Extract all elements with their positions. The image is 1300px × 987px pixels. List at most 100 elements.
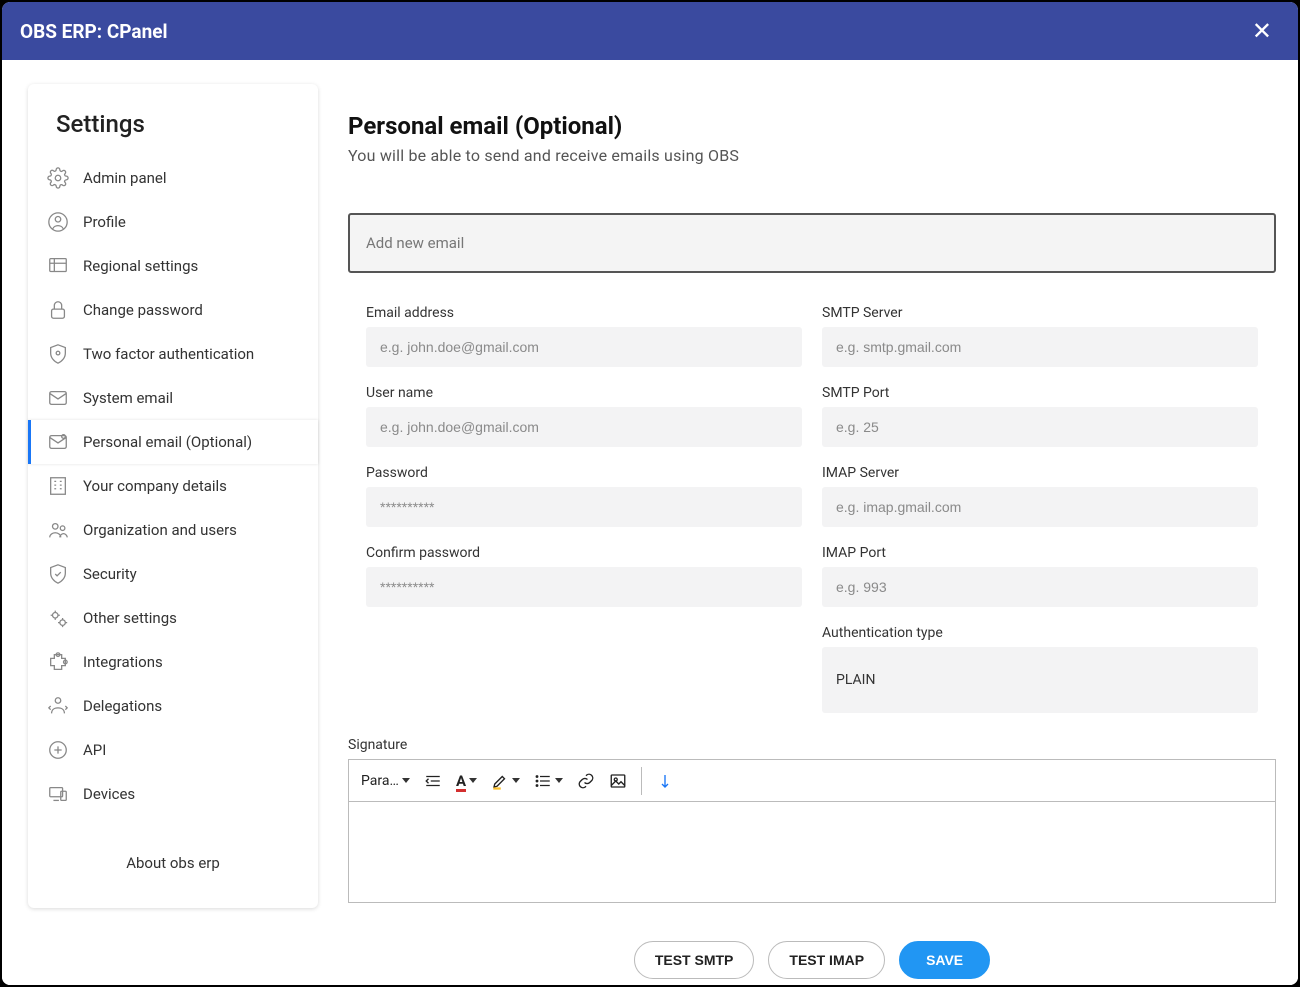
sidebar-item-label: Integrations <box>83 653 163 671</box>
sidebar-item-label: Personal email (Optional) <box>83 433 252 451</box>
sidebar-item-other-settings[interactable]: Other settings <box>28 596 318 640</box>
test-imap-button[interactable]: TEST IMAP <box>768 941 885 979</box>
imap-port-input[interactable] <box>822 567 1258 607</box>
smtp-port-input[interactable] <box>822 407 1258 447</box>
devices-icon <box>47 783 69 805</box>
delegation-icon <box>47 695 69 717</box>
shield-check-icon <box>47 563 69 585</box>
outdent-button[interactable] <box>420 768 446 794</box>
text-color-icon: A <box>456 772 466 790</box>
sidebar-item-system-email[interactable]: System email <box>28 376 318 420</box>
highlight-icon <box>491 772 509 790</box>
globe-icon <box>47 255 69 277</box>
sidebar-item-label: Two factor authentication <box>83 345 254 363</box>
imap-server-label: IMAP Server <box>822 465 1258 481</box>
imap-server-input[interactable] <box>822 487 1258 527</box>
sidebar-item-label: System email <box>83 389 173 407</box>
about-link[interactable]: About obs erp <box>28 834 318 908</box>
sidebar-item-two-factor[interactable]: Two factor authentication <box>28 332 318 376</box>
sidebar-item-label: Regional settings <box>83 257 198 275</box>
auth-type-label: Authentication type <box>822 625 1258 641</box>
test-smtp-button[interactable]: TEST SMTP <box>634 941 755 979</box>
sidebar-item-regional-settings[interactable]: Regional settings <box>28 244 318 288</box>
sidebar-item-delegations[interactable]: Delegations <box>28 684 318 728</box>
sidebar-item-label: Admin panel <box>83 169 167 187</box>
highlight-dropdown[interactable] <box>487 768 524 794</box>
sidebar-item-company-details[interactable]: Your company details <box>28 464 318 508</box>
expand-button[interactable] <box>652 768 678 794</box>
sidebar-item-devices[interactable]: Devices <box>28 772 318 816</box>
sidebar-item-change-password[interactable]: Change password <box>28 288 318 332</box>
list-icon <box>534 772 552 790</box>
sidebar-item-label: Your company details <box>83 477 227 495</box>
list-dropdown[interactable] <box>530 768 567 794</box>
auth-type-select[interactable]: PLAIN <box>822 647 1258 713</box>
puzzle-icon <box>47 651 69 673</box>
chevron-down-icon <box>512 778 520 783</box>
page-title: Personal email (Optional) <box>348 112 1276 140</box>
paragraph-dropdown[interactable]: Paragraph <box>357 769 414 793</box>
add-email-label: Add new email <box>366 234 464 252</box>
close-icon[interactable]: ✕ <box>1244 13 1280 49</box>
link-icon <box>577 772 595 790</box>
smtp-port-label: SMTP Port <box>822 385 1258 401</box>
sidebar-item-profile[interactable]: Profile <box>28 200 318 244</box>
sidebar-item-label: Delegations <box>83 697 162 715</box>
username-input[interactable] <box>366 407 802 447</box>
chevron-down-icon <box>469 778 477 783</box>
add-email-button[interactable]: Add new email <box>348 213 1276 273</box>
sidebar-item-label: Organization and users <box>83 521 237 539</box>
editor-body[interactable] <box>349 802 1275 902</box>
sidebar-item-api[interactable]: API <box>28 728 318 772</box>
sidebar-title: Settings <box>28 110 318 156</box>
user-icon <box>47 211 69 233</box>
image-icon <box>609 772 627 790</box>
sidebar: Settings Admin panel Profile Regional se… <box>28 84 318 908</box>
editor-toolbar: Paragraph A <box>349 760 1275 802</box>
sidebar-item-label: Change password <box>83 301 203 319</box>
auth-type-value: PLAIN <box>836 672 875 688</box>
save-button[interactable]: SAVE <box>899 941 990 979</box>
email-label: Email address <box>366 305 802 321</box>
confirm-password-label: Confirm password <box>366 545 802 561</box>
main-content: Personal email (Optional) You will be ab… <box>348 84 1276 985</box>
sidebar-item-security[interactable]: Security <box>28 552 318 596</box>
shield-icon <box>47 343 69 365</box>
username-label: User name <box>366 385 802 401</box>
link-button[interactable] <box>573 768 599 794</box>
page-subtitle: You will be able to send and receive ema… <box>348 146 1276 165</box>
sidebar-item-label: Devices <box>83 785 135 803</box>
confirm-password-input[interactable] <box>366 567 802 607</box>
gear-icon <box>47 167 69 189</box>
mail-user-icon <box>47 431 69 453</box>
building-icon <box>47 475 69 497</box>
sidebar-item-personal-email[interactable]: Personal email (Optional) <box>28 420 318 464</box>
sidebar-item-label: Profile <box>83 213 126 231</box>
signature-editor: Paragraph A <box>348 759 1276 903</box>
sidebar-item-organization-users[interactable]: Organization and users <box>28 508 318 552</box>
signature-label: Signature <box>348 737 1276 753</box>
window-title: OBS ERP: CPanel <box>20 20 1244 43</box>
chevron-down-icon <box>555 778 563 783</box>
imap-port-label: IMAP Port <box>822 545 1258 561</box>
sidebar-item-label: Security <box>83 565 137 583</box>
email-input[interactable] <box>366 327 802 367</box>
toolbar-separator <box>641 767 642 795</box>
text-color-dropdown[interactable]: A <box>452 768 481 794</box>
chevron-down-icon <box>402 778 410 783</box>
sidebar-item-label: API <box>83 741 106 759</box>
sidebar-item-label: Other settings <box>83 609 177 627</box>
lock-icon <box>47 299 69 321</box>
image-button[interactable] <box>605 768 631 794</box>
sidebar-item-integrations[interactable]: Integrations <box>28 640 318 684</box>
users-icon <box>47 519 69 541</box>
gears-icon <box>47 607 69 629</box>
smtp-server-input[interactable] <box>822 327 1258 367</box>
expand-icon <box>656 772 674 790</box>
smtp-server-label: SMTP Server <box>822 305 1258 321</box>
api-icon <box>47 739 69 761</box>
sidebar-item-admin-panel[interactable]: Admin panel <box>28 156 318 200</box>
password-input[interactable] <box>366 487 802 527</box>
mail-gear-icon <box>47 387 69 409</box>
titlebar: OBS ERP: CPanel ✕ <box>2 2 1298 60</box>
